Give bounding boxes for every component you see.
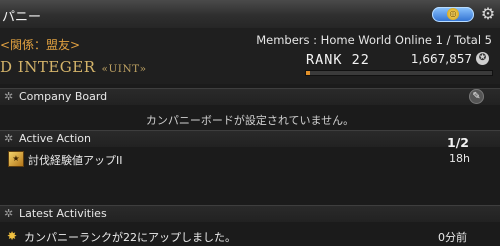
company-tag: «UINT» [101,63,147,75]
rank-progress-fill [306,71,310,75]
active-action-header: ✲ Active Action [0,130,500,147]
action-time-remaining: 18h [449,152,470,165]
window-titlebar: パニー ◎ ⚙ [0,0,500,29]
company-name-text: D INTEGER [0,58,96,76]
gear-icon[interactable]: ⚙ [479,5,497,23]
company-board-message: カンパニーボードが設定されていません。 [145,114,355,127]
activity-time: 0分前 [438,231,467,244]
edit-board-button[interactable]: ✎ [469,89,484,104]
latest-activities-header: ✲ Latest Activities [0,205,500,222]
points-icon: ✪ [476,52,489,65]
active-action-label: Active Action [19,132,91,145]
currency-button[interactable]: ◎ [432,7,474,22]
section-burst-icon: ✲ [4,132,14,145]
rank-progress-bar [305,70,493,76]
star-icon: ✸ [7,229,18,243]
company-board-label: Company Board [19,90,108,103]
section-burst-icon: ✲ [4,90,14,103]
pencil-icon: ✎ [472,91,481,102]
section-burst-icon: ✲ [4,207,14,220]
window-title: パニー [2,10,42,25]
latest-activities-label: Latest Activities [19,207,107,220]
company-points: 1,667,857 [410,52,472,66]
relation-label: <関係：盟友> [0,38,81,52]
company-name: D INTEGER «UINT» [0,58,147,76]
action-name: 討伐経験値アップII [28,154,123,167]
action-icon: ★ [8,151,24,167]
members-count: Members : Home World Online 1 / Total 5 [256,33,492,47]
company-board-header: ✲ Company Board [0,88,500,105]
activity-text: カンパニーランクが22にアップしました。 [24,231,236,244]
active-action-count: 1/2 [447,135,469,150]
rank-label: RANK 22 [306,52,370,68]
coin-icon: ◎ [447,8,459,20]
